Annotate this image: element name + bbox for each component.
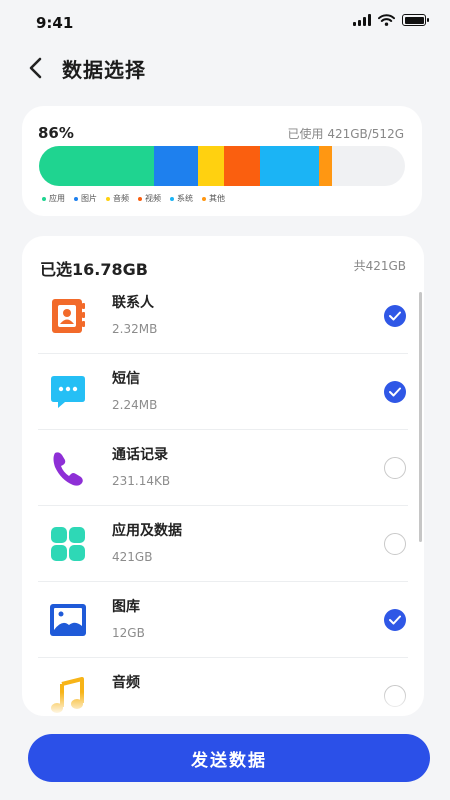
item-checkbox[interactable]	[384, 609, 406, 631]
checkmark-icon	[389, 615, 401, 625]
legend-label: 其他	[209, 194, 225, 203]
legend-label: 系统	[177, 194, 193, 203]
header: 数据选择	[0, 48, 450, 88]
item-checkbox[interactable]	[384, 457, 406, 479]
item-name: 通话记录	[112, 447, 168, 463]
legend-item: 系统	[170, 193, 193, 204]
contacts-book-icon	[52, 299, 85, 333]
page-title: 数据选择	[62, 58, 146, 82]
legend-dot	[202, 196, 206, 201]
storage-percent: 86%	[38, 124, 74, 142]
chevron-left-icon	[29, 57, 42, 79]
item-size: 12GB	[112, 626, 145, 640]
legend-label: 图片	[81, 194, 97, 203]
storage-usage-bar	[39, 146, 405, 186]
item-name: 应用及数据	[112, 523, 182, 539]
storage-segment	[198, 146, 224, 186]
storage-card: 86% 已使用 421GB/512G 应用 图片 音频 视频 系统 其他	[22, 106, 422, 216]
legend-item: 其他	[202, 193, 225, 204]
legend-label: 视频	[145, 194, 161, 203]
legend-item: 图片	[74, 193, 97, 204]
item-name: 短信	[112, 371, 140, 387]
apps-grid-icon	[51, 527, 85, 561]
gallery-image-icon	[50, 604, 86, 636]
legend-dot	[74, 196, 78, 201]
item-name: 图库	[112, 599, 140, 615]
list-item-gallery[interactable]: 图库 12GB	[38, 582, 408, 658]
item-checkbox[interactable]	[384, 381, 406, 403]
legend-dot	[42, 196, 46, 201]
checkmark-icon	[389, 387, 401, 397]
list-item-sms[interactable]: 短信 2.24MB	[38, 354, 408, 430]
phone-icon	[53, 452, 83, 486]
legend-item: 音频	[106, 193, 129, 204]
list-item-call-log[interactable]: 通话记录 231.14KB	[38, 430, 408, 506]
storage-segment	[318, 146, 332, 186]
wifi-icon	[378, 14, 395, 26]
selected-size: 已选16.78GB	[40, 260, 148, 279]
item-size: 2.32MB	[112, 322, 158, 336]
storage-segment	[39, 146, 155, 186]
list-scrollbar[interactable]	[419, 292, 422, 542]
data-list-card: 已选16.78GB 共421GB 联系人 2.32MB 短信 2.24MB 通话…	[22, 236, 424, 716]
list-item-apps-data[interactable]: 应用及数据 421GB	[38, 506, 408, 582]
storage-segment	[154, 146, 199, 186]
message-bubble-icon	[51, 376, 85, 408]
item-checkbox[interactable]	[384, 533, 406, 555]
storage-segment	[223, 146, 261, 186]
cellular-signal-icon	[353, 14, 371, 26]
storage-legend: 应用 图片 音频 视频 系统 其他	[42, 193, 225, 204]
legend-label: 应用	[49, 194, 65, 203]
legend-item: 视频	[138, 193, 161, 204]
status-bar: 9:41	[0, 0, 450, 44]
battery-icon	[402, 14, 429, 26]
legend-dot	[170, 196, 174, 201]
send-data-button[interactable]: 发送数据	[28, 734, 430, 782]
list-item-contacts[interactable]: 联系人 2.32MB	[38, 278, 408, 354]
legend-dot	[138, 196, 142, 201]
item-name: 音频	[112, 675, 140, 691]
item-size: 2.24MB	[112, 398, 158, 412]
storage-used-label: 已使用 421GB/512G	[287, 127, 405, 141]
list-fade	[22, 692, 424, 716]
legend-label: 音频	[113, 194, 129, 203]
storage-segment	[260, 146, 319, 186]
back-button[interactable]	[22, 54, 50, 82]
item-name: 联系人	[112, 295, 154, 311]
total-size: 共421GB	[353, 259, 406, 273]
item-size: 231.14KB	[112, 474, 171, 488]
status-icons	[353, 14, 429, 26]
item-size: 421GB	[112, 550, 153, 564]
legend-dot	[106, 196, 110, 201]
legend-item: 应用	[42, 193, 65, 204]
checkmark-icon	[389, 311, 401, 321]
item-checkbox[interactable]	[384, 305, 406, 327]
status-time: 9:41	[36, 14, 74, 32]
